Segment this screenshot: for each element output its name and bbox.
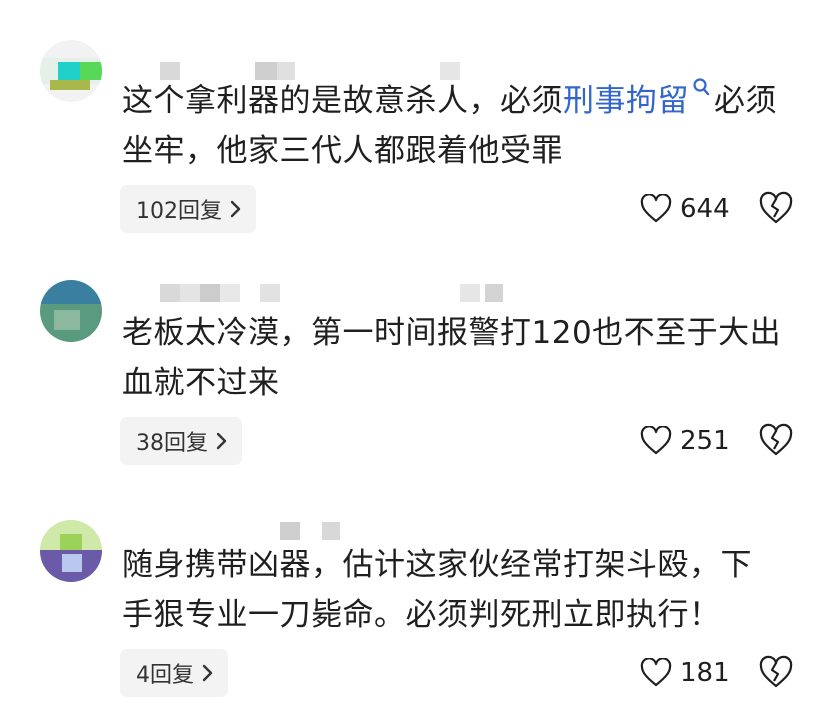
comment-text: 随身携带凶器，估计这家伙经常打架斗殴，下手狠专业一刀毙命。必须判死刑立即执行！ [122, 547, 752, 633]
chevron-right-icon [202, 664, 213, 682]
reply-count-label: 38回复 [136, 431, 208, 456]
search-link-label: 刑事拘留 [563, 83, 689, 119]
heart-icon [640, 426, 672, 455]
view-replies-button[interactable]: 4回复 [120, 649, 228, 697]
chevron-right-icon [230, 200, 241, 218]
broken-heart-icon[interactable] [758, 191, 794, 227]
like-button[interactable]: 181 [640, 653, 730, 693]
like-count: 181 [680, 658, 730, 688]
reply-count-label: 4回复 [136, 663, 194, 688]
comment-item: 随身携带凶器，估计这家伙经常打架斗殴，下手狠专业一刀毙命。必须判死刑立即执行！ … [0, 480, 828, 725]
reply-count-label: 102回复 [136, 199, 222, 224]
view-replies-button[interactable]: 102回复 [120, 185, 256, 233]
comment-text-part: 这个拿利器的是故意杀人，必须 [122, 83, 563, 119]
like-button[interactable]: 644 [640, 189, 730, 229]
search-link[interactable]: 刑事拘留 [563, 78, 714, 119]
view-replies-button[interactable]: 38回复 [120, 417, 242, 465]
chevron-right-icon [216, 432, 227, 450]
username-mosaic [160, 284, 520, 302]
avatar[interactable] [40, 520, 102, 582]
comment-item: 老板太冷漠，第一时间报警打120也不至于大出血就不过来 38回复 251 [0, 240, 828, 480]
avatar[interactable] [40, 40, 102, 102]
heart-icon [640, 194, 672, 223]
like-count: 251 [680, 426, 730, 456]
comment-text: 这个拿利器的是故意杀人，必须刑事拘留 必须坐牢，他家三代人都跟着他受罪 [122, 76, 782, 176]
like-count: 644 [680, 194, 730, 224]
comment-text: 老板太冷漠，第一时间报警打120也不至于大出血就不过来 [122, 315, 782, 401]
broken-heart-icon[interactable] [758, 655, 794, 691]
like-button[interactable]: 251 [640, 421, 730, 461]
search-icon [693, 78, 710, 96]
comment-item: 这个拿利器的是故意杀人，必须刑事拘留 必须坐牢，他家三代人都跟着他受罪 102回复… [0, 0, 828, 240]
heart-icon [640, 658, 672, 687]
username-mosaic [280, 522, 380, 540]
avatar[interactable] [40, 280, 102, 342]
broken-heart-icon[interactable] [758, 423, 794, 459]
